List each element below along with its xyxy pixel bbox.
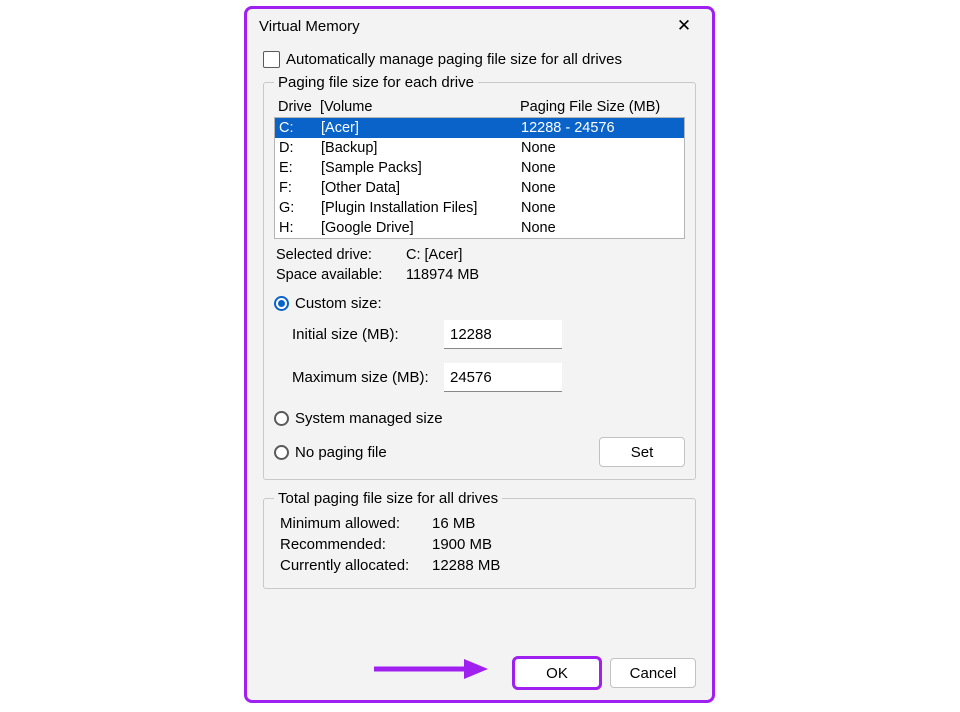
space-available-label: Space available: [276,267,406,283]
drive-pfs: None [521,218,680,238]
custom-size-label: Custom size: [295,295,382,312]
drive-pfs: None [521,138,680,158]
drive-volume: [Google Drive] [321,218,521,238]
recommended-label: Recommended: [280,536,432,553]
drive-volume: [Other Data] [321,178,521,198]
drive-letter: C: [279,118,321,138]
drive-pfs: None [521,198,680,218]
initial-size-label: Initial size (MB): [292,326,444,343]
drive-letter: D: [279,138,321,158]
custom-size-option[interactable]: Custom size: [274,295,685,312]
window-title: Virtual Memory [259,18,662,35]
drive-row[interactable]: F:[Other Data]None [275,178,684,198]
drive-list-header: Drive [Volume Paging File Size (MB) [274,97,685,115]
drive-row[interactable]: D:[Backup]None [275,138,684,158]
drive-row[interactable]: H:[Google Drive]None [275,218,684,238]
no-paging-label: No paging file [295,444,387,461]
virtual-memory-dialog: Virtual Memory ✕ Automatically manage pa… [244,6,715,703]
auto-manage-checkbox[interactable] [263,51,280,68]
totals-group: Total paging file size for all drives Mi… [263,490,696,589]
no-paging-row: No paging file Set [274,437,685,467]
minimum-allowed-row: Minimum allowed: 16 MB [274,513,685,534]
system-managed-label: System managed size [295,410,443,427]
currently-allocated-value: 12288 MB [432,557,500,574]
close-button[interactable]: ✕ [662,11,706,41]
header-pfs: Paging File Size (MB) [520,99,681,115]
drive-list[interactable]: C:[Acer]12288 - 24576D:[Backup]NoneE:[Sa… [274,117,685,239]
no-paging-radio[interactable] [274,445,289,460]
selected-drive-row: Selected drive: C: [Acer] [274,247,685,263]
drive-volume: [Sample Packs] [321,158,521,178]
drive-row[interactable]: E:[Sample Packs]None [275,158,684,178]
ok-button[interactable]: OK [514,658,600,688]
header-drive: Drive [278,99,320,115]
selected-drive-label: Selected drive: [276,247,406,263]
currently-allocated-label: Currently allocated: [280,557,432,574]
initial-size-input[interactable] [444,320,562,349]
cancel-button[interactable]: Cancel [610,658,696,688]
no-paging-option[interactable]: No paging file [274,444,599,461]
drive-letter: G: [279,198,321,218]
maximum-size-label: Maximum size (MB): [292,369,444,386]
totals-legend: Total paging file size for all drives [274,490,502,507]
drive-pfs: None [521,158,680,178]
dialog-footer: OK Cancel [247,652,712,700]
minimum-allowed-value: 16 MB [432,515,475,532]
recommended-value: 1900 MB [432,536,492,553]
paging-group-legend: Paging file size for each drive [274,74,478,91]
space-available-row: Space available: 118974 MB [274,267,685,283]
recommended-row: Recommended: 1900 MB [274,534,685,555]
close-icon: ✕ [677,16,691,36]
drive-pfs: 12288 - 24576 [521,118,680,138]
auto-manage-row[interactable]: Automatically manage paging file size fo… [263,51,696,68]
minimum-allowed-label: Minimum allowed: [280,515,432,532]
drive-row[interactable]: C:[Acer]12288 - 24576 [275,118,684,138]
drive-row[interactable]: G:[Plugin Installation Files]None [275,198,684,218]
system-managed-radio[interactable] [274,411,289,426]
drive-volume: [Plugin Installation Files] [321,198,521,218]
header-volume: [Volume [320,99,520,115]
drive-volume: [Backup] [321,138,521,158]
space-available-value: 118974 MB [406,267,479,283]
maximum-size-input[interactable] [444,363,562,392]
paging-file-size-group: Paging file size for each drive Drive [V… [263,74,696,480]
currently-allocated-row: Currently allocated: 12288 MB [274,555,685,576]
auto-manage-label: Automatically manage paging file size fo… [286,51,622,68]
maximum-size-row: Maximum size (MB): [274,363,685,392]
custom-size-radio[interactable] [274,296,289,311]
system-managed-option[interactable]: System managed size [274,410,685,427]
dialog-body: Automatically manage paging file size fo… [247,43,712,652]
initial-size-row: Initial size (MB): [274,320,685,349]
drive-pfs: None [521,178,680,198]
drive-letter: F: [279,178,321,198]
titlebar: Virtual Memory ✕ [247,9,712,43]
selected-drive-value: C: [Acer] [406,247,462,263]
drive-letter: E: [279,158,321,178]
set-button[interactable]: Set [599,437,685,467]
drive-letter: H: [279,218,321,238]
drive-volume: [Acer] [321,118,521,138]
